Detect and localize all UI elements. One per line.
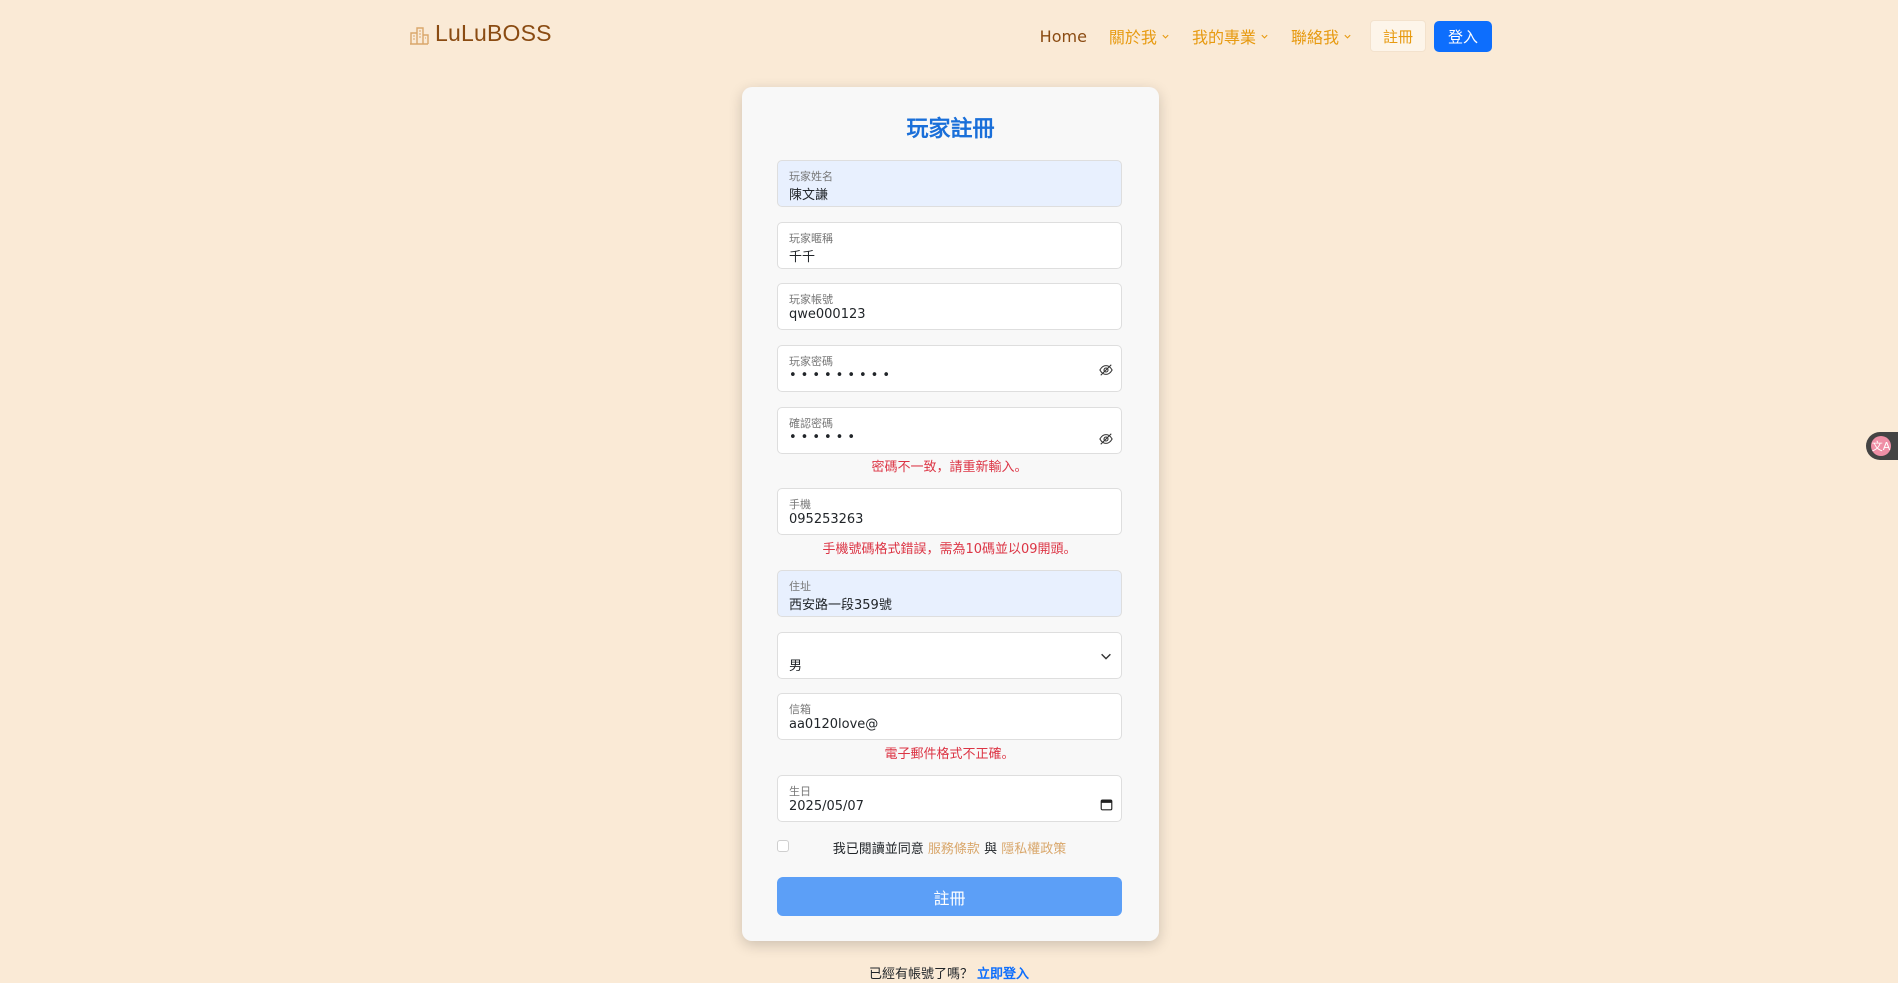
- nav-login-button[interactable]: 登入: [1433, 20, 1492, 52]
- address-label: 住址: [789, 580, 811, 593]
- nickname-value: 千千: [789, 250, 816, 265]
- terms-link[interactable]: 服務條款: [928, 842, 980, 857]
- agree-and: 與: [984, 842, 998, 857]
- translate-icon: 文A: [1871, 436, 1891, 456]
- name-label: 玩家姓名: [789, 170, 833, 183]
- agree-text: 我已閱讀並同意 服務條款 與 隱私權政策: [777, 838, 1122, 857]
- password-field[interactable]: 玩家密碼 •••••••••: [777, 345, 1122, 392]
- name-value: 陳文謙: [789, 188, 829, 203]
- agree-row: 我已閱讀並同意 服務條款 與 隱私權政策: [777, 837, 1122, 857]
- agree-prefix: 我已閱讀並同意: [832, 842, 924, 857]
- email-value: aa0120love@: [789, 717, 879, 732]
- confirm-password-label: 確認密碼: [789, 417, 833, 430]
- email-field[interactable]: 信箱 aa0120love@: [777, 693, 1122, 740]
- nickname-label: 玩家暱稱: [789, 232, 833, 245]
- nickname-field[interactable]: 玩家暱稱 千千: [777, 222, 1122, 269]
- login-link[interactable]: 立即登入: [977, 967, 1029, 982]
- confirm-password-field[interactable]: 確認密碼 ••••••: [777, 407, 1122, 454]
- password-value: •••••••••: [789, 368, 895, 383]
- nav-about[interactable]: 關於我: [1109, 24, 1170, 48]
- submit-button[interactable]: 註冊: [777, 877, 1122, 916]
- phone-field[interactable]: 手機 095253263: [777, 488, 1122, 535]
- birthday-value: 2025/05/07: [789, 799, 864, 814]
- nav-menu: Home 關於我 我的專業 聯絡我 註冊 登入: [1040, 20, 1492, 52]
- login-prompt-text: 已經有帳號了嗎？: [868, 967, 973, 982]
- nav-contact-label: 聯絡我: [1290, 28, 1339, 47]
- register-card: 玩家註冊 玩家姓名 陳文謙 玩家暱稱 千千 玩家帳號 qwe000123 玩家密…: [742, 87, 1159, 941]
- confirm-password-value: ••••••: [789, 430, 860, 445]
- phone-error: 手機號碼格式錯誤，需為10碼並以09開頭。: [822, 542, 1077, 557]
- address-field[interactable]: 住址 西安路一段359號: [777, 570, 1122, 617]
- account-value: qwe000123: [789, 307, 866, 322]
- password-label: 玩家密碼: [789, 355, 833, 368]
- translate-widget[interactable]: 文A: [1866, 432, 1898, 460]
- nav-projects-label: 我的專業: [1191, 28, 1256, 47]
- brand-logo[interactable]: LuLuBOSS: [409, 20, 552, 47]
- phone-value: 095253263: [789, 512, 864, 527]
- address-value: 西安路一段359號: [789, 598, 892, 613]
- email-error: 電子郵件格式不正確。: [884, 747, 1015, 762]
- brand-name: LuLuBOSS: [435, 20, 552, 46]
- account-label: 玩家帳號: [789, 293, 833, 306]
- nav-about-label: 關於我: [1108, 28, 1157, 47]
- gender-select[interactable]: 男: [777, 632, 1122, 679]
- nav-contact[interactable]: 聯絡我: [1291, 24, 1352, 48]
- chevron-down-icon: [1344, 34, 1351, 39]
- chevron-down-icon: [1162, 34, 1169, 39]
- privacy-link[interactable]: 隱私權政策: [1001, 842, 1066, 857]
- nav-projects[interactable]: 我的專業: [1192, 24, 1269, 48]
- account-field[interactable]: 玩家帳號 qwe000123: [777, 283, 1122, 330]
- building-icon: [410, 26, 429, 45]
- confirm-password-error: 密碼不一致，請重新輸入。: [871, 460, 1028, 475]
- navbar: LuLuBOSS Home 關於我 我的專業 聯絡我 註冊 登入: [0, 0, 1898, 72]
- email-label: 信箱: [789, 703, 811, 716]
- gender-value: 男: [789, 659, 803, 674]
- phone-label: 手機: [789, 498, 811, 511]
- birthday-label: 生日: [789, 785, 811, 798]
- chevron-down-icon: [1101, 653, 1111, 660]
- login-prompt: 已經有帳號了嗎？ 立即登入: [0, 963, 1898, 982]
- eye-slash-icon[interactable]: [1099, 363, 1113, 377]
- eye-slash-icon[interactable]: [1099, 432, 1113, 446]
- birthday-field[interactable]: 生日 2025/05/07: [777, 775, 1122, 822]
- nav-register-button[interactable]: 註冊: [1369, 20, 1426, 52]
- page-title: 玩家註冊: [906, 117, 995, 142]
- calendar-icon[interactable]: [1100, 798, 1113, 811]
- chevron-down-icon: [1261, 34, 1268, 39]
- nav-home[interactable]: Home: [1040, 27, 1087, 46]
- name-field[interactable]: 玩家姓名 陳文謙: [777, 160, 1122, 207]
